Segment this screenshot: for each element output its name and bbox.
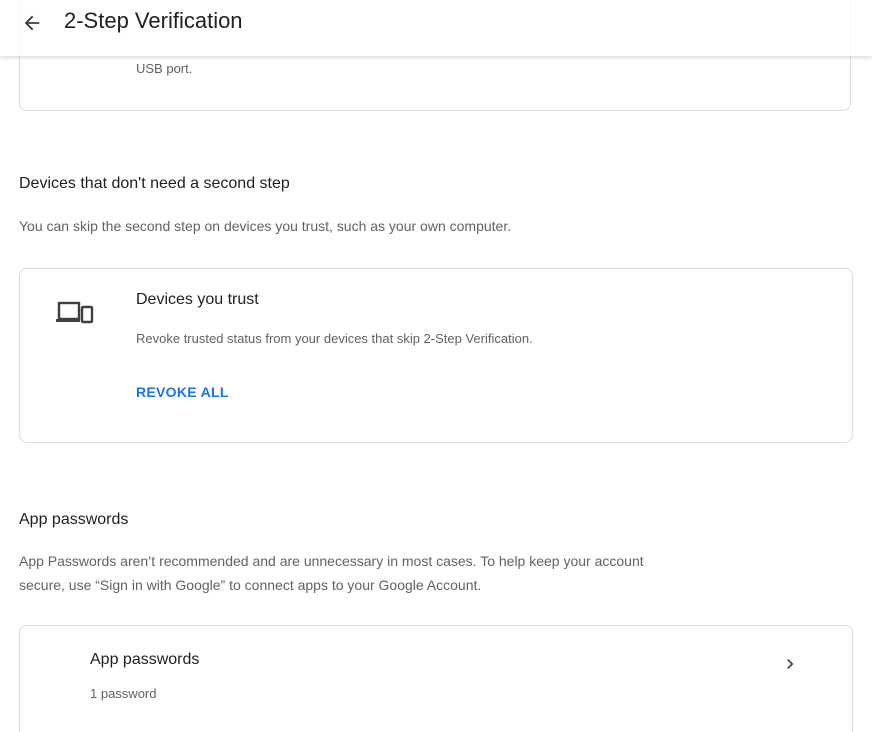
chevron-right-icon[interactable] xyxy=(780,654,800,674)
app-passwords-card[interactable]: App passwords 1 password xyxy=(19,625,853,732)
app-passwords-count: 1 password xyxy=(90,686,157,701)
devices-you-trust-title: Devices you trust xyxy=(136,291,259,308)
devices-icon xyxy=(56,299,94,327)
devices-section-title: Devices that don't need a second step xyxy=(19,175,290,192)
app-passwords-card-title: App passwords xyxy=(90,651,200,668)
app-passwords-description-line1: App Passwords aren’t recommended and are… xyxy=(19,553,644,569)
arrow-back-icon[interactable] xyxy=(16,8,48,36)
security-key-card-text: USB port. xyxy=(136,61,193,76)
page: USB port. 2-Step Verification Devices th… xyxy=(0,0,872,732)
app-passwords-section-title: App passwords xyxy=(19,511,129,528)
page-title: 2-Step Verification xyxy=(64,8,243,33)
devices-section-description: You can skip the second step on devices … xyxy=(19,218,512,234)
revoke-all-button[interactable]: REVOKE ALL xyxy=(136,384,229,400)
devices-you-trust-card: Devices you trust Revoke trusted status … xyxy=(19,268,853,443)
app-passwords-description-line2: secure, use “Sign in with Google” to con… xyxy=(19,577,482,593)
devices-you-trust-subtitle: Revoke trusted status from your devices … xyxy=(136,331,533,346)
app-header: 2-Step Verification xyxy=(0,0,872,56)
app-passwords-section-description: App Passwords aren’t recommended and are… xyxy=(19,549,839,597)
